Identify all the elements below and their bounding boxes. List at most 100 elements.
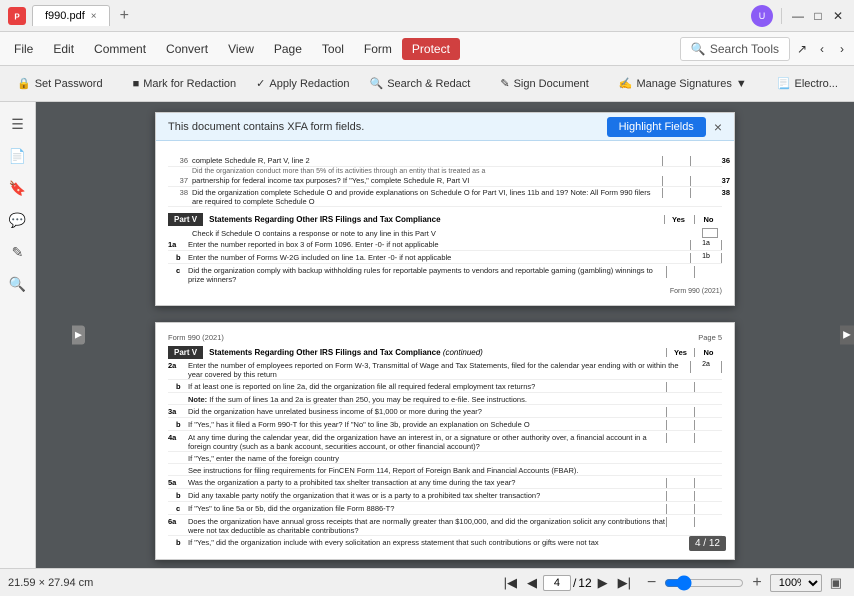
- signature-icon: ✍: [619, 77, 633, 90]
- nav-back-button[interactable]: ‹: [814, 41, 830, 57]
- zoom-slider[interactable]: [664, 575, 744, 591]
- partV-header-row: Part V Statements Regarding Other IRS Fi…: [168, 213, 722, 226]
- item-2b-label: b: [168, 382, 184, 391]
- item-5c-yes: [666, 504, 694, 514]
- pdf-viewer[interactable]: ▶ ▶ This document contains XFA form fiel…: [36, 102, 854, 568]
- first-page-button[interactable]: |◀: [500, 573, 521, 593]
- pdf-tab[interactable]: f990.pdf ×: [32, 5, 110, 26]
- minimize-button[interactable]: —: [790, 8, 806, 24]
- item-2b-text: If at least one is reported on line 2a, …: [184, 382, 666, 391]
- item-5a-boxes: [666, 478, 722, 488]
- item-6b-text: If "Yes," did the organization include w…: [184, 538, 722, 547]
- menu-protect[interactable]: Protect: [402, 38, 460, 60]
- zoom-out-button[interactable]: −: [643, 574, 660, 592]
- sidebar-icon-annotations[interactable]: ✎: [4, 238, 32, 266]
- menu-view[interactable]: View: [218, 38, 264, 60]
- sign-icon: ✎: [500, 77, 509, 90]
- search-redact-label: Search & Redact: [387, 78, 470, 90]
- sign-document-button[interactable]: ✎ Sign Document: [491, 72, 597, 95]
- page2-continued: (continued): [443, 348, 483, 357]
- zoom-select[interactable]: 100% 50% 75% 125% 150% 200%: [770, 574, 822, 592]
- set-password-button[interactable]: 🔒 Set Password: [8, 72, 112, 95]
- highlight-fields-button[interactable]: Highlight Fields: [607, 117, 706, 137]
- item-1a-text: Enter the number reported in box 3 of Fo…: [184, 240, 690, 249]
- electronic-button[interactable]: 📃 Electro...: [768, 72, 847, 95]
- page-38-num: 38: [722, 188, 730, 197]
- menu-convert[interactable]: Convert: [156, 38, 218, 60]
- xfa-close-button[interactable]: ×: [714, 119, 722, 135]
- title-bar-right: U — □ ✕: [751, 5, 846, 27]
- item-6a-boxes: [666, 517, 722, 527]
- mark-icon: ■: [133, 78, 140, 90]
- sidebar-icon-comments[interactable]: 💬: [4, 206, 32, 234]
- electronic-icon: 📃: [777, 77, 791, 90]
- item-1c-yes: [666, 266, 694, 278]
- manage-signatures-button[interactable]: ✍ Manage Signatures ▼: [610, 72, 756, 95]
- item-3a-text: Did the organization have unrelated busi…: [184, 407, 666, 416]
- sidebar-icon-thumbnails[interactable]: 📄: [4, 142, 32, 170]
- item-6a-yes: [666, 517, 694, 527]
- item-3a-yes: [666, 407, 694, 417]
- item-3b-text: If "Yes," has it filed a Form 990-T for …: [184, 420, 666, 429]
- page2-partV-label: Part V: [168, 346, 203, 359]
- item-5b-text: Did any taxable party notify the organiz…: [184, 491, 666, 500]
- item-5c-label: c: [168, 504, 184, 513]
- collapse-button[interactable]: ▶: [72, 326, 85, 345]
- item-5a-text: Was the organization a party to a prohib…: [184, 478, 666, 487]
- prev-page-button[interactable]: ◀: [523, 573, 541, 593]
- item-2a-row: 2a Enter the number of employees reporte…: [168, 361, 722, 380]
- item-5b-no: [694, 491, 722, 501]
- nav-forward-button[interactable]: ›: [834, 41, 850, 57]
- page-separator: /: [573, 576, 576, 590]
- xfa-notification-bar: This document contains XFA form fields. …: [156, 113, 734, 141]
- search-redact-button[interactable]: 🔍 Search & Redact: [361, 72, 480, 95]
- new-tab-button[interactable]: +: [116, 7, 133, 25]
- yes-header: Yes: [664, 215, 692, 224]
- toolbar: 🔒 Set Password ■ Mark for Redaction ✓ Ap…: [0, 66, 854, 102]
- row-37-boxes: [662, 176, 722, 186]
- menu-tool[interactable]: Tool: [312, 38, 354, 60]
- menu-edit[interactable]: Edit: [43, 38, 84, 60]
- row-38-no: [691, 188, 719, 198]
- item-2a-box: 2a: [690, 361, 722, 373]
- item-5a-yes: [666, 478, 694, 488]
- item-5c-row: c If "Yes" to line 5a or 5b, did the org…: [168, 504, 722, 515]
- tab-close-button[interactable]: ×: [91, 11, 97, 22]
- item-1a-row: 1a Enter the number reported in box 3 of…: [168, 240, 722, 251]
- menu-comment[interactable]: Comment: [84, 38, 156, 60]
- apply-redaction-button[interactable]: ✓ Apply Redaction: [247, 72, 358, 95]
- right-scroll-arrow[interactable]: ▶: [840, 326, 854, 345]
- item-1c-row: c Did the organization comply with backu…: [168, 266, 722, 284]
- no-header: No: [694, 215, 722, 224]
- menu-form[interactable]: Form: [354, 38, 402, 60]
- item-1b-label: b: [168, 253, 184, 262]
- window-controls: ↗ ‹ ›: [794, 41, 850, 57]
- fit-page-button[interactable]: ▣: [826, 575, 846, 591]
- maximize-button[interactable]: □: [810, 8, 826, 24]
- last-page-button[interactable]: ▶|: [614, 573, 635, 593]
- item-1c-boxes: [666, 266, 722, 278]
- zoom-in-button[interactable]: +: [748, 574, 765, 592]
- row-number-36: 36: [168, 156, 188, 165]
- sidebar-icon-search[interactable]: 🔍: [4, 270, 32, 298]
- next-page-button[interactable]: ▶: [594, 573, 612, 593]
- menu-page[interactable]: Page: [264, 38, 312, 60]
- sidebar-icon-bookmarks[interactable]: 🔖: [4, 174, 32, 202]
- menu-file[interactable]: File: [4, 38, 43, 60]
- title-bar-left: P f990.pdf × +: [8, 5, 751, 26]
- sidebar-icon-menu[interactable]: ☰: [4, 110, 32, 138]
- external-link-button[interactable]: ↗: [794, 41, 810, 57]
- table-row-37: 37 partnership for federal income tax pu…: [168, 176, 722, 187]
- search-tools-button[interactable]: 🔍 Search Tools: [680, 37, 790, 61]
- xfa-message: This document contains XFA form fields.: [168, 121, 599, 133]
- schedule-o-checkbox[interactable]: [702, 228, 718, 238]
- form-footer-left: Form 990 (2021): [168, 333, 224, 342]
- mark-redaction-button[interactable]: ■ Mark for Redaction: [124, 73, 246, 95]
- item-5b-row: b Did any taxable party notify the organ…: [168, 491, 722, 502]
- close-window-button[interactable]: ✕: [830, 8, 846, 24]
- item-1b-row: b Enter the number of Forms W-2G include…: [168, 253, 722, 264]
- item-5a-no: [694, 478, 722, 488]
- current-page-input[interactable]: [543, 575, 571, 591]
- page2-no-header: No: [694, 348, 722, 357]
- item-3b-yes: [666, 420, 694, 430]
